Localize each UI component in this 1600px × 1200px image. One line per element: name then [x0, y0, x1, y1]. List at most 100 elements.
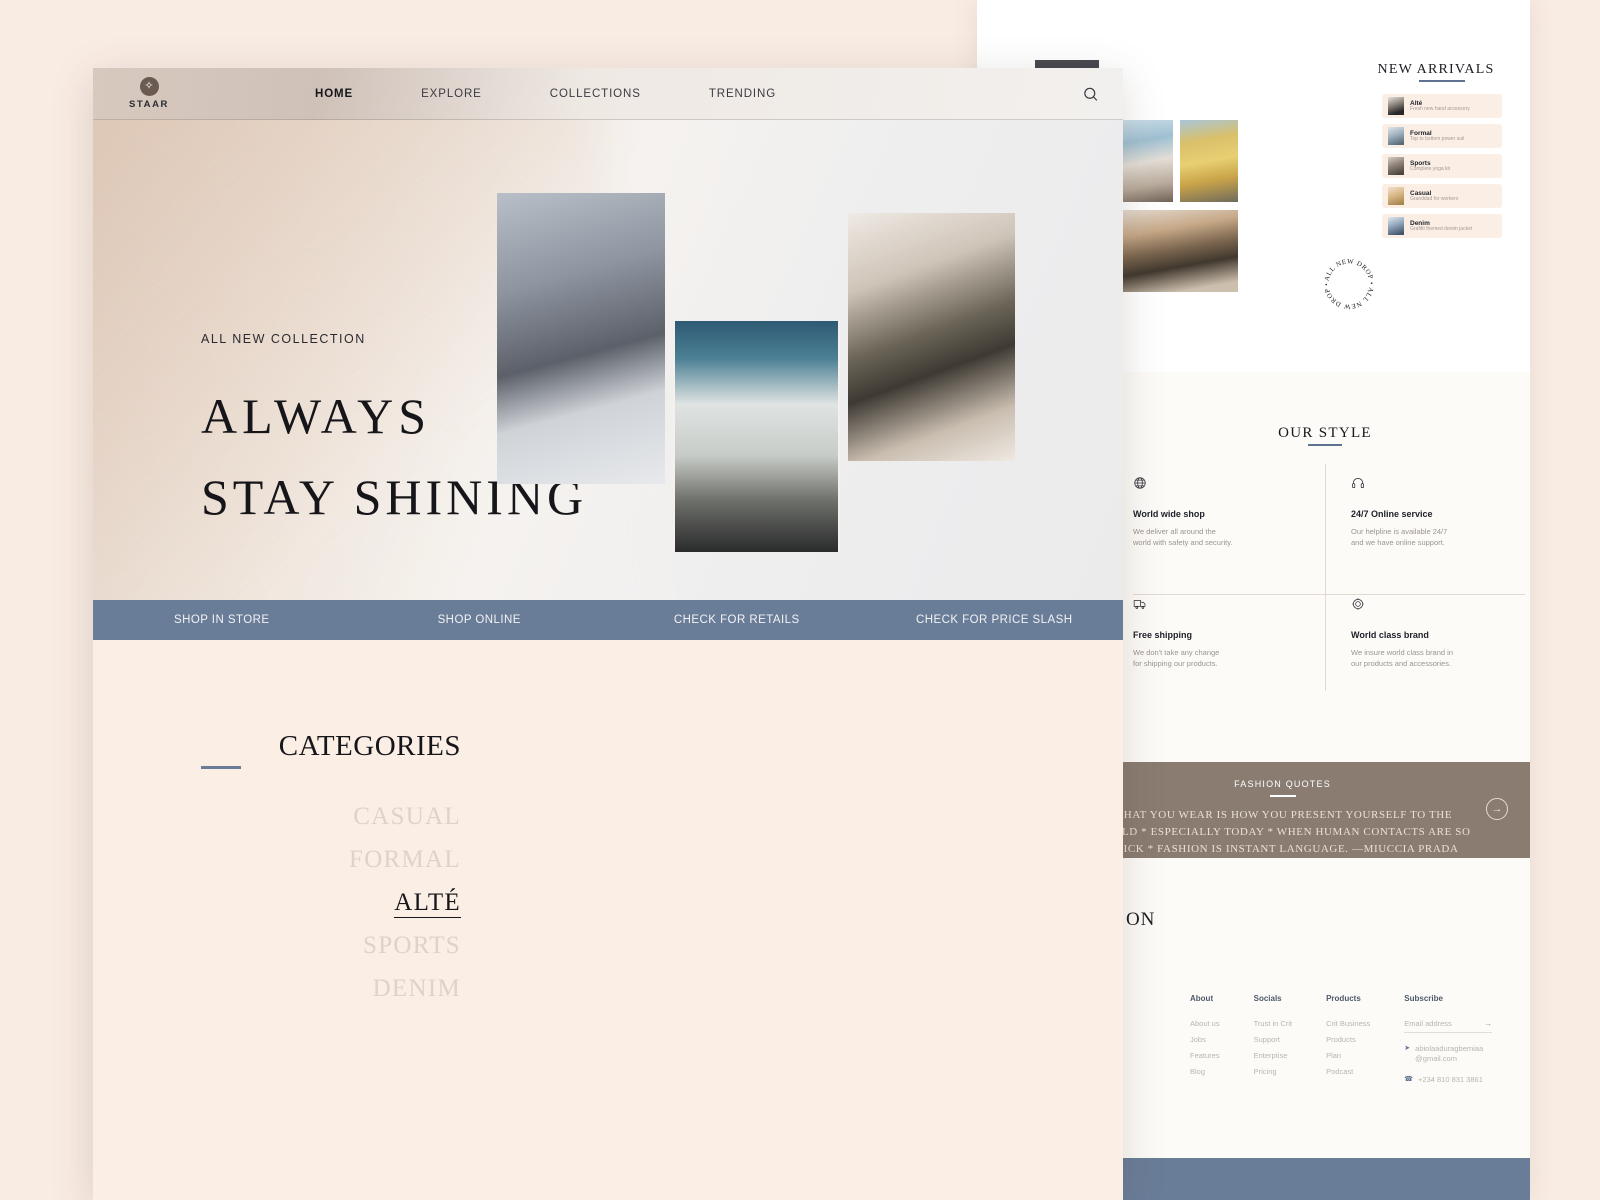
category-list: CASUAL FORMAL ALTÉ SPORTS DENIM: [201, 803, 461, 1003]
badge-icon: [1351, 597, 1507, 616]
footer-link[interactable]: Plan: [1326, 1051, 1370, 1060]
footer-link[interactable]: Pricing: [1254, 1067, 1292, 1076]
nav-item-explore[interactable]: EXPLORE: [387, 88, 516, 100]
footer-column-socials: Socials Trust in Crit Support Enterptise…: [1254, 994, 1292, 1085]
quote-line-2: WORLD * ESPECIALLY TODAY * WHEN HUMAN CO…: [1094, 826, 1471, 839]
feature-desc-line2: and we have online support.: [1351, 538, 1445, 548]
svg-text:ALL NEW DROP • ALL NEW DROP •: ALL NEW DROP • ALL NEW DROP •: [1324, 258, 1375, 309]
categories-nav: CATEGORIES CASUAL FORMAL ALTÉ SPORTS DEN…: [201, 730, 461, 1018]
new-arrival-desc: Top to bottom power suit: [1410, 135, 1465, 142]
grid-horizontal-divider: [1133, 594, 1525, 595]
hero-photo-street: [673, 321, 840, 552]
footer-bottom-bar: [1122, 1158, 1530, 1200]
footer-column-about: About About us Jobs Features Blog: [1190, 994, 1220, 1085]
arrow-right-icon[interactable]: →: [1486, 798, 1508, 820]
phone-icon: ☎: [1404, 1076, 1414, 1084]
new-arrival-desc: Grafitti themed denim jacket: [1410, 225, 1473, 232]
new-arrival-thumbnail: [1388, 217, 1404, 235]
new-arrival-desc: Fresh new hand accessory: [1410, 105, 1470, 112]
truck-icon: [1133, 597, 1307, 616]
grid-vertical-divider: [1325, 464, 1326, 691]
footer-link[interactable]: Trust in Crit: [1254, 1019, 1292, 1028]
all-new-drop-badge: ALL NEW DROP • ALL NEW DROP •: [1318, 253, 1380, 315]
subscribe-form[interactable]: Email address →: [1404, 1019, 1493, 1033]
our-style-feature-grid: World wide shop We deliver all around th…: [1125, 464, 1525, 692]
arrow-right-icon[interactable]: →: [1484, 1019, 1492, 1028]
category-item-alte[interactable]: ALTÉ: [201, 889, 461, 918]
category-item-denim[interactable]: DENIM: [201, 975, 461, 1003]
list-item[interactable]: Denim Grafitti themed denim jacket: [1382, 214, 1502, 238]
new-arrivals-title-underline: [1419, 80, 1465, 82]
footer-link[interactable]: Features: [1190, 1051, 1220, 1060]
feature-world-wide-shop: World wide shop We deliver all around th…: [1125, 476, 1325, 571]
list-item[interactable]: Formal Top to bottom power suit: [1382, 124, 1502, 148]
collage-photo-3: [1180, 120, 1238, 202]
list-item[interactable]: Sports Complete yoga kit: [1382, 154, 1502, 178]
list-item[interactable]: Alté Fresh new hand accessory: [1382, 94, 1502, 118]
feature-title: 24/7 Online service: [1351, 509, 1433, 519]
footer-column-heading: About: [1190, 994, 1214, 1003]
nav-item-collections[interactable]: COLLECTIONS: [516, 88, 675, 100]
cta-bar: SHOP IN STORE SHOP ONLINE CHECK FOR RETA…: [93, 600, 1123, 640]
new-arrival-thumbnail: [1388, 157, 1404, 175]
footer-column-heading: Socials: [1253, 994, 1282, 1003]
categories-section: CATEGORIES CASUAL FORMAL ALTÉ SPORTS DEN…: [93, 640, 1123, 1160]
cta-shop-in-store[interactable]: SHOP IN STORE: [93, 614, 351, 626]
categories-title: CATEGORIES: [278, 730, 461, 762]
quote-line-1: WHAT YOU WEAR IS HOW YOU PRESENT YOURSEL…: [1112, 809, 1453, 821]
feature-desc-line1: We don't take any change: [1133, 647, 1220, 657]
brand-logo[interactable]: ✧ STAAR: [107, 77, 191, 110]
contact-email-line2: @gmail.com: [1415, 1054, 1457, 1064]
category-item-formal[interactable]: FORMAL: [201, 846, 461, 874]
feature-desc-line1: Our helpline is available 24/7: [1351, 527, 1448, 536]
footer-column-products: Products Crit Business Products Plan Pod…: [1326, 994, 1370, 1085]
cta-shop-online[interactable]: SHOP ONLINE: [351, 614, 609, 626]
list-item[interactable]: Casual Granddad for workers: [1382, 184, 1502, 208]
cta-check-retails[interactable]: CHECK FOR RETAILS: [608, 614, 866, 626]
category-item-casual[interactable]: CASUAL: [201, 803, 461, 831]
our-style-title-underline: [1308, 444, 1342, 446]
contact-phone: ☎ +234 810 831 3861: [1404, 1075, 1492, 1085]
cta-check-price-slash[interactable]: CHECK FOR PRICE SLASH: [866, 614, 1124, 626]
main-page-panel: ✧ STAAR HOME EXPLORE COLLECTIONS TRENDIN…: [93, 68, 1123, 1200]
brand-name: STAAR: [128, 99, 170, 110]
feature-desc-line2: world with safety and security.: [1133, 538, 1233, 548]
our-style-title: OUR STYLE: [1278, 425, 1372, 441]
categories-title-underline: [201, 766, 241, 769]
footer-link[interactable]: About us: [1190, 1019, 1220, 1028]
new-arrivals-section: NEW ARRIVALS Alté Fresh new hand accesso…: [1378, 62, 1502, 244]
contact-email: ➤ abiolaaduragbemiaa @gmail.com: [1404, 1044, 1492, 1064]
hero-section: ALL NEW COLLECTION ALWAYS STAY SHINING: [93, 120, 1123, 600]
feature-desc-line2: for shipping our products.: [1133, 658, 1218, 668]
nav-item-trending[interactable]: TRENDING: [675, 88, 810, 100]
footer-link[interactable]: Crit Business: [1326, 1019, 1370, 1028]
footer: About About us Jobs Features Blog Social…: [1190, 994, 1530, 1085]
paper-plane-icon: ➤: [1404, 1045, 1411, 1052]
footer-link[interactable]: Products: [1326, 1035, 1370, 1044]
footer-link[interactable]: Jobs: [1190, 1035, 1220, 1044]
footer-link[interactable]: Support: [1254, 1035, 1292, 1044]
feature-world-class-brand: World class brand We insure world class …: [1325, 571, 1525, 692]
footer-column-subscribe: Subscribe Email address → ➤ abiolaadurag…: [1404, 994, 1493, 1085]
footer-link[interactable]: Enterptise: [1254, 1051, 1292, 1060]
search-icon[interactable]: [1082, 85, 1099, 102]
footer-column-heading: Subscribe: [1404, 994, 1443, 1003]
footer-link[interactable]: Podcast: [1326, 1067, 1370, 1076]
globe-icon: [1133, 476, 1307, 495]
collage-photo-4: [1111, 210, 1238, 292]
new-arrival-thumbnail: [1388, 187, 1404, 205]
contact-email-line1: abiolaaduragbemiaa: [1415, 1044, 1484, 1053]
hero-photo-hat: [497, 193, 665, 484]
nav-item-home[interactable]: HOME: [281, 88, 387, 100]
feature-title: World class brand: [1351, 629, 1429, 640]
footer-link[interactable]: Blog: [1190, 1067, 1220, 1076]
new-arrival-thumbnail: [1388, 127, 1404, 145]
email-field[interactable]: Email address: [1404, 1019, 1476, 1028]
quote-line-3: QUICK * FASHION IS INSTANT LANGUAGE. —MI…: [1106, 843, 1459, 856]
new-arrivals-title: NEW ARRIVALS: [1377, 62, 1495, 77]
footer-column-heading: Products: [1326, 994, 1361, 1003]
category-item-sports[interactable]: SPORTS: [201, 932, 461, 960]
feature-desc-line1: We insure world class brand in: [1351, 647, 1453, 657]
new-arrivals-list: Alté Fresh new hand accessory Formal Top…: [1382, 94, 1502, 238]
feature-title: World wide shop: [1133, 509, 1205, 519]
